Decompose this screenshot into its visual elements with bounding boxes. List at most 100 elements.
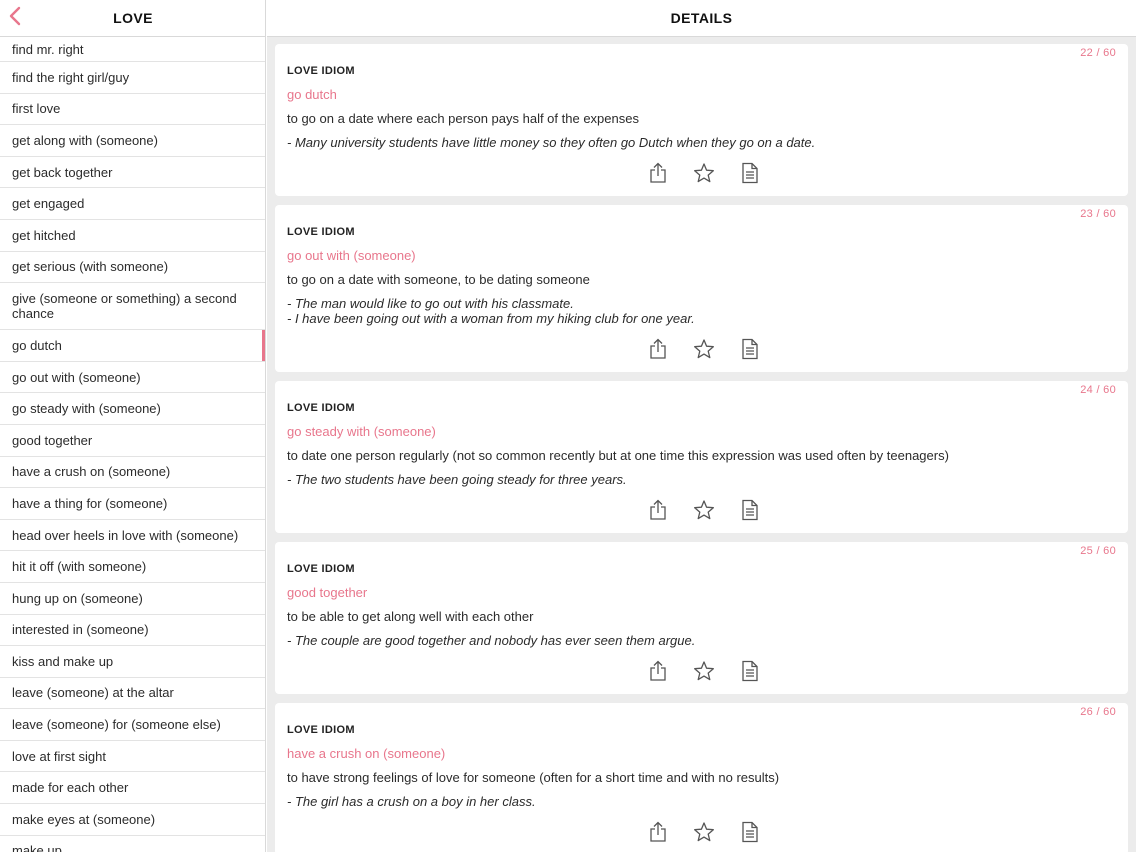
list-item[interactable]: go dutch	[0, 330, 265, 362]
star-icon	[693, 338, 715, 360]
list-item-label: have a crush on (someone)	[12, 464, 171, 480]
list-item[interactable]: good together	[0, 425, 265, 457]
list-title: LOVE	[113, 10, 153, 26]
share-icon	[649, 821, 667, 843]
list-item[interactable]: hit it off (with someone)	[0, 551, 265, 583]
details-title: DETAILS	[670, 10, 733, 26]
card-term: go steady with (someone)	[287, 424, 436, 439]
list-item[interactable]: kiss and make up	[0, 646, 265, 678]
card-category: LOVE IDIOM	[287, 563, 355, 575]
list-item-label: have a thing for (someone)	[12, 495, 168, 511]
list-item[interactable]: find the right girl/guy	[0, 62, 265, 94]
idiom-list: find mr. right find the right girl/guy fir…	[0, 37, 265, 852]
idiom-card: 25 / 60 LOVE IDIOM good together to be a…	[275, 542, 1128, 694]
list-item-label: go dutch	[12, 337, 62, 353]
list-item-label: get back together	[12, 164, 113, 180]
favorite-button[interactable]	[692, 659, 716, 683]
list-item-label: leave (someone) at the altar	[12, 685, 174, 701]
list-item[interactable]: make eyes at (someone)	[0, 804, 265, 836]
card-counter: 23 / 60	[1080, 208, 1116, 220]
list-item-label: made for each other	[12, 780, 129, 796]
card-actions	[287, 648, 1116, 694]
card-term: go out with (someone)	[287, 248, 416, 263]
list-item[interactable]: first love	[0, 94, 265, 126]
card-term: good together	[287, 585, 368, 600]
card-term: have a crush on (someone)	[287, 746, 446, 761]
idiom-cards: 22 / 60 LOVE IDIOM go dutch to go on a d…	[275, 44, 1128, 852]
list-item-label: get serious (with someone)	[12, 259, 169, 275]
share-icon	[649, 499, 667, 521]
details-header: DETAILS	[267, 0, 1136, 37]
list-item[interactable]: have a crush on (someone)	[0, 457, 265, 489]
card-example: - The two students have been going stead…	[287, 472, 627, 487]
card-definition: to be able to get along well with each o…	[287, 609, 534, 624]
share-icon	[649, 660, 667, 682]
favorite-button[interactable]	[692, 161, 716, 185]
list-item[interactable]: made for each other	[0, 772, 265, 805]
list-item[interactable]: get hitched	[0, 220, 265, 252]
list-item[interactable]: get engaged	[0, 188, 265, 220]
list-item[interactable]: find mr. right	[0, 37, 265, 62]
notes-button[interactable]	[738, 161, 762, 185]
list-item[interactable]: go steady with (someone)	[0, 393, 265, 425]
list-item-label: find mr. right	[12, 41, 84, 57]
card-term: go dutch	[287, 87, 337, 102]
idiom-card: 24 / 60 LOVE IDIOM go steady with (someo…	[275, 381, 1128, 533]
list-item-label: good together	[12, 432, 93, 448]
notes-button[interactable]	[738, 659, 762, 683]
card-definition: to go on a date where each person pays h…	[287, 111, 639, 126]
share-icon	[649, 338, 667, 360]
card-example: - The couple are good together and nobod…	[287, 633, 696, 648]
list-item-label: go out with (someone)	[12, 369, 141, 385]
document-icon	[741, 660, 759, 682]
card-counter: 26 / 60	[1080, 706, 1116, 718]
notes-button[interactable]	[738, 498, 762, 522]
list-item[interactable]: get along with (someone)	[0, 125, 265, 157]
list-item-label: make up	[12, 843, 62, 852]
card-category: LOVE IDIOM	[287, 226, 355, 238]
notes-button[interactable]	[738, 337, 762, 361]
idiom-card: 22 / 60 LOVE IDIOM go dutch to go on a d…	[275, 44, 1128, 196]
card-actions	[287, 487, 1116, 533]
share-button[interactable]	[646, 498, 670, 522]
list-item-label: go steady with (someone)	[12, 401, 161, 417]
list-item[interactable]: get serious (with someone)	[0, 252, 265, 284]
card-examples: - The two students have been going stead…	[287, 472, 1116, 487]
list-item[interactable]: interested in (someone)	[0, 615, 265, 647]
list-item[interactable]: get back together	[0, 157, 265, 189]
list-item[interactable]: make up	[0, 836, 265, 852]
document-icon	[741, 499, 759, 521]
list-item-label: make eyes at (someone)	[12, 811, 156, 827]
share-button[interactable]	[646, 337, 670, 361]
favorite-button[interactable]	[692, 498, 716, 522]
card-examples: - The man would like to go out with his …	[287, 296, 1116, 326]
list-item[interactable]: love at first sight	[0, 741, 265, 773]
list-item[interactable]: head over heels in love with (someone)	[0, 520, 265, 552]
card-actions	[287, 150, 1116, 196]
idiom-card: 26 / 60 LOVE IDIOM have a crush on (some…	[275, 703, 1128, 852]
share-button[interactable]	[646, 820, 670, 844]
details-pane: DETAILS 22 / 60 LOVE IDIOM go dutch to g…	[267, 0, 1136, 852]
list-item[interactable]: go out with (someone)	[0, 362, 265, 394]
list-item-label: leave (someone) for (someone else)	[12, 717, 221, 733]
list-item[interactable]: leave (someone) for (someone else)	[0, 709, 265, 741]
share-button[interactable]	[646, 659, 670, 683]
share-icon	[649, 162, 667, 184]
card-examples: - The girl has a crush on a boy in her c…	[287, 794, 1116, 809]
document-icon	[741, 338, 759, 360]
idiom-list-pane: LOVE find mr. right find the right girl/g…	[0, 0, 266, 852]
list-item[interactable]: hung up on (someone)	[0, 583, 265, 615]
card-example: - I have been going out with a woman fro…	[287, 311, 695, 326]
list-item-label: head over heels in love with (someone)	[12, 527, 239, 543]
notes-button[interactable]	[738, 820, 762, 844]
star-icon	[693, 660, 715, 682]
list-item[interactable]: leave (someone) at the altar	[0, 678, 265, 710]
card-actions	[287, 326, 1116, 372]
list-item[interactable]: give (someone or something) a second cha…	[0, 283, 265, 331]
list-item[interactable]: have a thing for (someone)	[0, 488, 265, 520]
share-button[interactable]	[646, 161, 670, 185]
favorite-button[interactable]	[692, 820, 716, 844]
card-category: LOVE IDIOM	[287, 724, 355, 736]
card-definition: to date one person regularly (not so com…	[287, 448, 949, 463]
favorite-button[interactable]	[692, 337, 716, 361]
